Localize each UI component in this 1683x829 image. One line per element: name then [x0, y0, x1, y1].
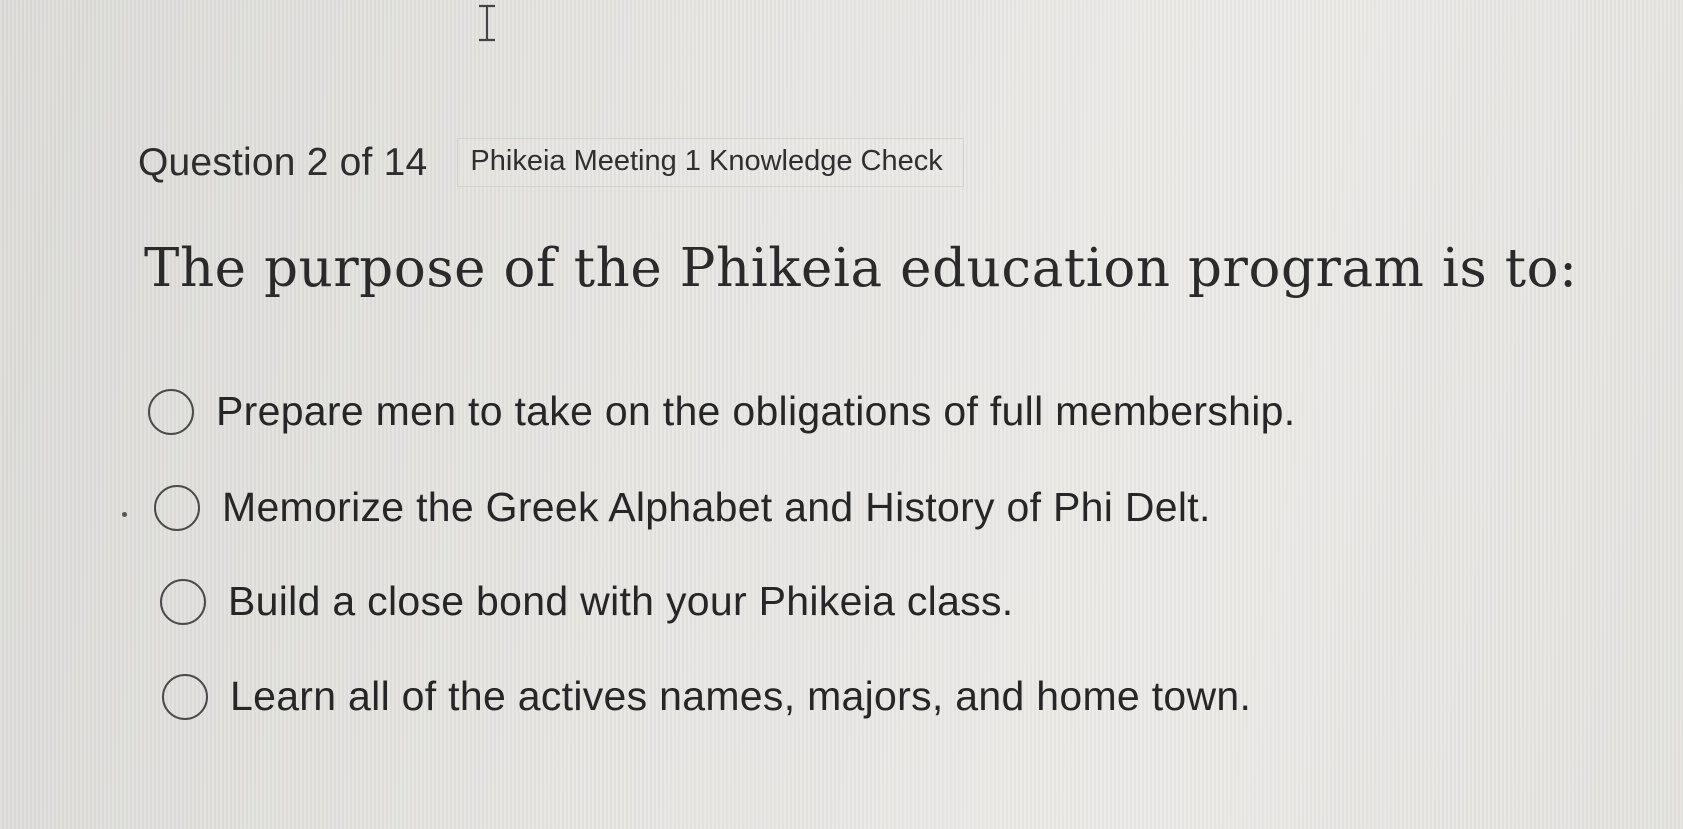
answer-option-2[interactable]: Memorize the Greek Alphabet and History …: [154, 484, 1211, 531]
answer-option-label[interactable]: Prepare men to take on the obligations o…: [216, 388, 1295, 435]
question-count: Question 2 of 14: [138, 140, 428, 184]
question-prompt: The purpose of the Phikeia education pro…: [144, 238, 1578, 299]
radio-button-icon[interactable]: [162, 673, 208, 720]
answer-option-label[interactable]: Build a close bond with your Phikeia cla…: [228, 578, 1013, 625]
answer-option-3[interactable]: Build a close bond with your Phikeia cla…: [160, 578, 1013, 625]
answer-option-4[interactable]: Learn all of the actives names, majors, …: [162, 673, 1251, 720]
answer-option-label[interactable]: Memorize the Greek Alphabet and History …: [222, 484, 1211, 531]
answer-option-label[interactable]: Learn all of the actives names, majors, …: [230, 673, 1251, 720]
question-header: Question 2 of 14 Phikeia Meeting 1 Knowl…: [138, 138, 964, 187]
quiz-title: Phikeia Meeting 1 Knowledge Check: [457, 138, 964, 187]
stray-dot: [122, 512, 127, 517]
text-cursor-icon: [476, 4, 498, 42]
answer-option-1[interactable]: Prepare men to take on the obligations o…: [148, 388, 1295, 435]
radio-button-icon[interactable]: [148, 388, 194, 435]
radio-button-icon[interactable]: [154, 484, 200, 531]
radio-button-icon[interactable]: [160, 578, 206, 625]
